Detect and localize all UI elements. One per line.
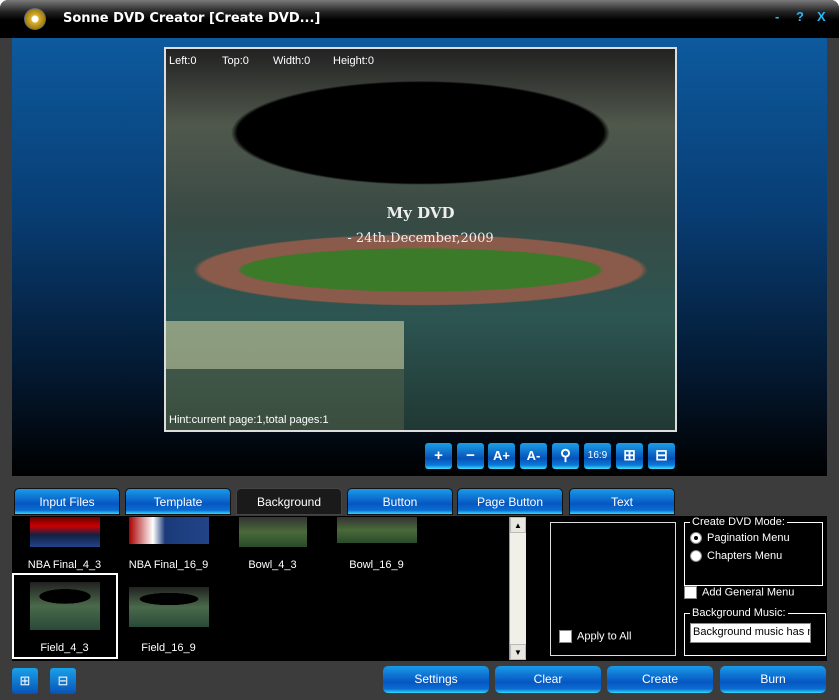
add-general-menu-checkbox[interactable]: Add General Menu — [684, 586, 794, 604]
clear-button[interactable]: Clear — [495, 666, 601, 693]
tab-template[interactable]: Template — [125, 488, 231, 515]
thumbnail-scrollbar[interactable]: ▲ ▼ — [509, 517, 526, 660]
app-window: Sonne DVD Creator [Create DVD...] - ? X … — [0, 0, 839, 700]
height-readout: Height:0 — [333, 55, 374, 67]
aspect-ratio-button[interactable]: 16:9 — [584, 443, 611, 469]
background-thumb[interactable]: Bowl_4_3 — [220, 517, 325, 571]
minimize-button[interactable]: - — [775, 9, 779, 24]
top-readout: Top:0 — [222, 55, 249, 67]
left-readout: Left:0 — [169, 55, 197, 67]
background-thumb-selected[interactable]: Field_4_3 — [12, 582, 117, 654]
background-thumb[interactable]: NBA Final_4_3 — [12, 517, 117, 571]
tab-text[interactable]: Text — [569, 488, 675, 515]
dvd-mode-legend: Create DVD Mode: — [692, 516, 785, 528]
help-button[interactable]: ? — [796, 9, 804, 24]
tab-button[interactable]: Button — [347, 488, 453, 515]
burn-button[interactable]: Burn — [720, 666, 826, 693]
tab-background[interactable]: Background — [236, 488, 342, 515]
radio-selected — [690, 532, 702, 545]
button-overlay — [166, 321, 404, 369]
add-general-menu-label: Add General Menu — [702, 586, 795, 599]
tab-input-files[interactable]: Input Files — [14, 488, 120, 515]
dvd-mode-group: Create DVD Mode: Pagination Menu Chapter… — [684, 516, 823, 586]
add-item-button[interactable]: + — [425, 443, 452, 469]
window-title: Sonne DVD Creator [Create DVD...] — [63, 11, 321, 26]
background-thumb[interactable]: NBA Final_16_9 — [116, 517, 221, 571]
apply-to-all-label: Apply to All — [577, 630, 632, 643]
add-chapter-icon[interactable]: ⊞ — [12, 668, 38, 694]
remove-item-button[interactable]: − — [457, 443, 484, 469]
background-music-group: Background Music: Background music has n… — [684, 607, 826, 656]
dvd-title-text[interactable]: My DVD — [166, 204, 675, 222]
checkbox-box — [559, 630, 572, 643]
zoom-out-icon[interactable]: ⊟ — [648, 443, 675, 469]
create-button[interactable]: Create — [607, 666, 713, 693]
draw-icon[interactable]: ⚲ — [552, 443, 579, 469]
remove-chapter-icon[interactable]: ⊟ — [50, 668, 76, 694]
close-button[interactable]: X — [817, 9, 826, 24]
pagination-menu-radio[interactable]: Pagination Menu — [690, 532, 817, 550]
background-music-field[interactable]: Background music has not been set — [690, 623, 811, 643]
apply-to-all-checkbox[interactable]: Apply to All — [559, 630, 631, 648]
settings-button[interactable]: Settings — [383, 666, 489, 693]
background-mini-preview: Apply to All — [550, 522, 676, 656]
dvd-app-icon — [24, 8, 46, 30]
chapters-label: Chapters Menu — [707, 550, 783, 562]
scroll-down-arrow-icon[interactable]: ▼ — [510, 644, 526, 660]
dvd-date-text[interactable]: - 24th.December,2009 — [166, 231, 675, 246]
zoom-in-icon[interactable]: ⊞ — [616, 443, 643, 469]
radio-unselected — [690, 550, 702, 563]
pagination-label: Pagination Menu — [707, 532, 790, 544]
background-thumb[interactable]: Field_16_9 — [116, 587, 221, 654]
background-music-legend: Background Music: — [692, 607, 786, 619]
chapters-menu-radio[interactable]: Chapters Menu — [690, 550, 817, 568]
background-thumb[interactable]: Bowl_16_9 — [324, 517, 429, 571]
tab-page-button[interactable]: Page Button — [457, 488, 563, 515]
font-smaller-button[interactable]: A- — [520, 443, 547, 469]
font-larger-button[interactable]: A+ — [488, 443, 515, 469]
menu-preview[interactable]: Left:0 Top:0 Width:0 Height:0 My DVD - 2… — [164, 47, 677, 432]
checkbox-box — [684, 586, 697, 599]
page-hint: Hint:current page:1,total pages:1 — [169, 414, 329, 426]
width-readout: Width:0 — [273, 55, 311, 67]
title-bar: Sonne DVD Creator [Create DVD...] - ? X — [0, 0, 839, 38]
scroll-up-arrow-icon[interactable]: ▲ — [510, 517, 526, 533]
